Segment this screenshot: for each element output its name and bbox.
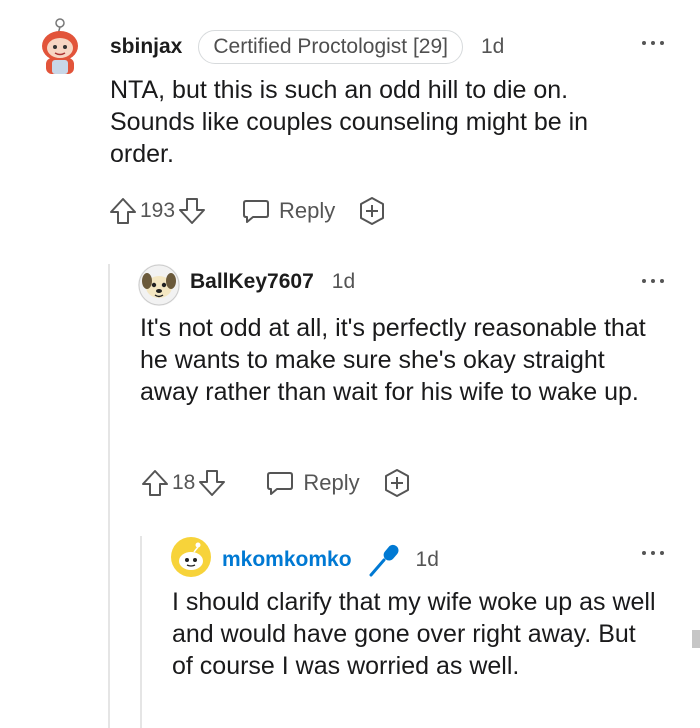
more-options-icon[interactable] — [642, 276, 668, 286]
more-options-icon[interactable] — [642, 548, 668, 558]
comment-bubble-icon — [267, 472, 294, 495]
comment-body: It's not odd at all, it's perfectly reas… — [140, 314, 646, 406]
redhead-snoo-avatar-icon — [42, 18, 78, 74]
username[interactable]: sbinjax — [110, 35, 182, 59]
avatar[interactable] — [36, 14, 84, 76]
user-flair: Certified Proctologist [29] — [198, 30, 463, 64]
vote-score: 18 — [172, 471, 196, 494]
upvote-icon[interactable] — [140, 468, 170, 498]
reply-button[interactable]: Reply — [265, 468, 360, 498]
avatar[interactable] — [138, 264, 180, 306]
reply-label: Reply — [279, 198, 336, 223]
username[interactable]: BallKey7607 — [190, 270, 314, 294]
comment-body: NTA, but this is such an odd hill to die… — [110, 76, 589, 168]
timestamp: 1d — [331, 270, 356, 293]
comment-bubble-icon — [243, 200, 270, 223]
avatar[interactable] — [170, 536, 212, 578]
reply-label: Reply — [303, 470, 360, 495]
award-icon[interactable] — [382, 468, 412, 498]
microphone-icon — [369, 544, 399, 577]
more-options-icon[interactable] — [642, 38, 668, 48]
yellow-snoo-avatar-icon — [171, 537, 211, 577]
thread-line[interactable] — [140, 536, 142, 728]
dog-snoo-avatar-icon — [138, 264, 180, 306]
downvote-icon[interactable] — [177, 196, 207, 226]
reply-button[interactable]: Reply — [241, 196, 335, 226]
timestamp: 1d — [415, 548, 439, 571]
comment-body: I should clarify that my wife woke up as… — [172, 588, 656, 680]
scrollbar-thumb[interactable] — [692, 630, 700, 648]
vote-score: 193 — [140, 199, 176, 222]
thread-line[interactable] — [108, 264, 110, 728]
downvote-icon[interactable] — [197, 468, 227, 498]
username[interactable]: mkomkomko — [222, 548, 352, 572]
upvote-icon[interactable] — [108, 196, 138, 226]
timestamp: 1d — [480, 35, 505, 58]
award-icon[interactable] — [357, 196, 387, 226]
